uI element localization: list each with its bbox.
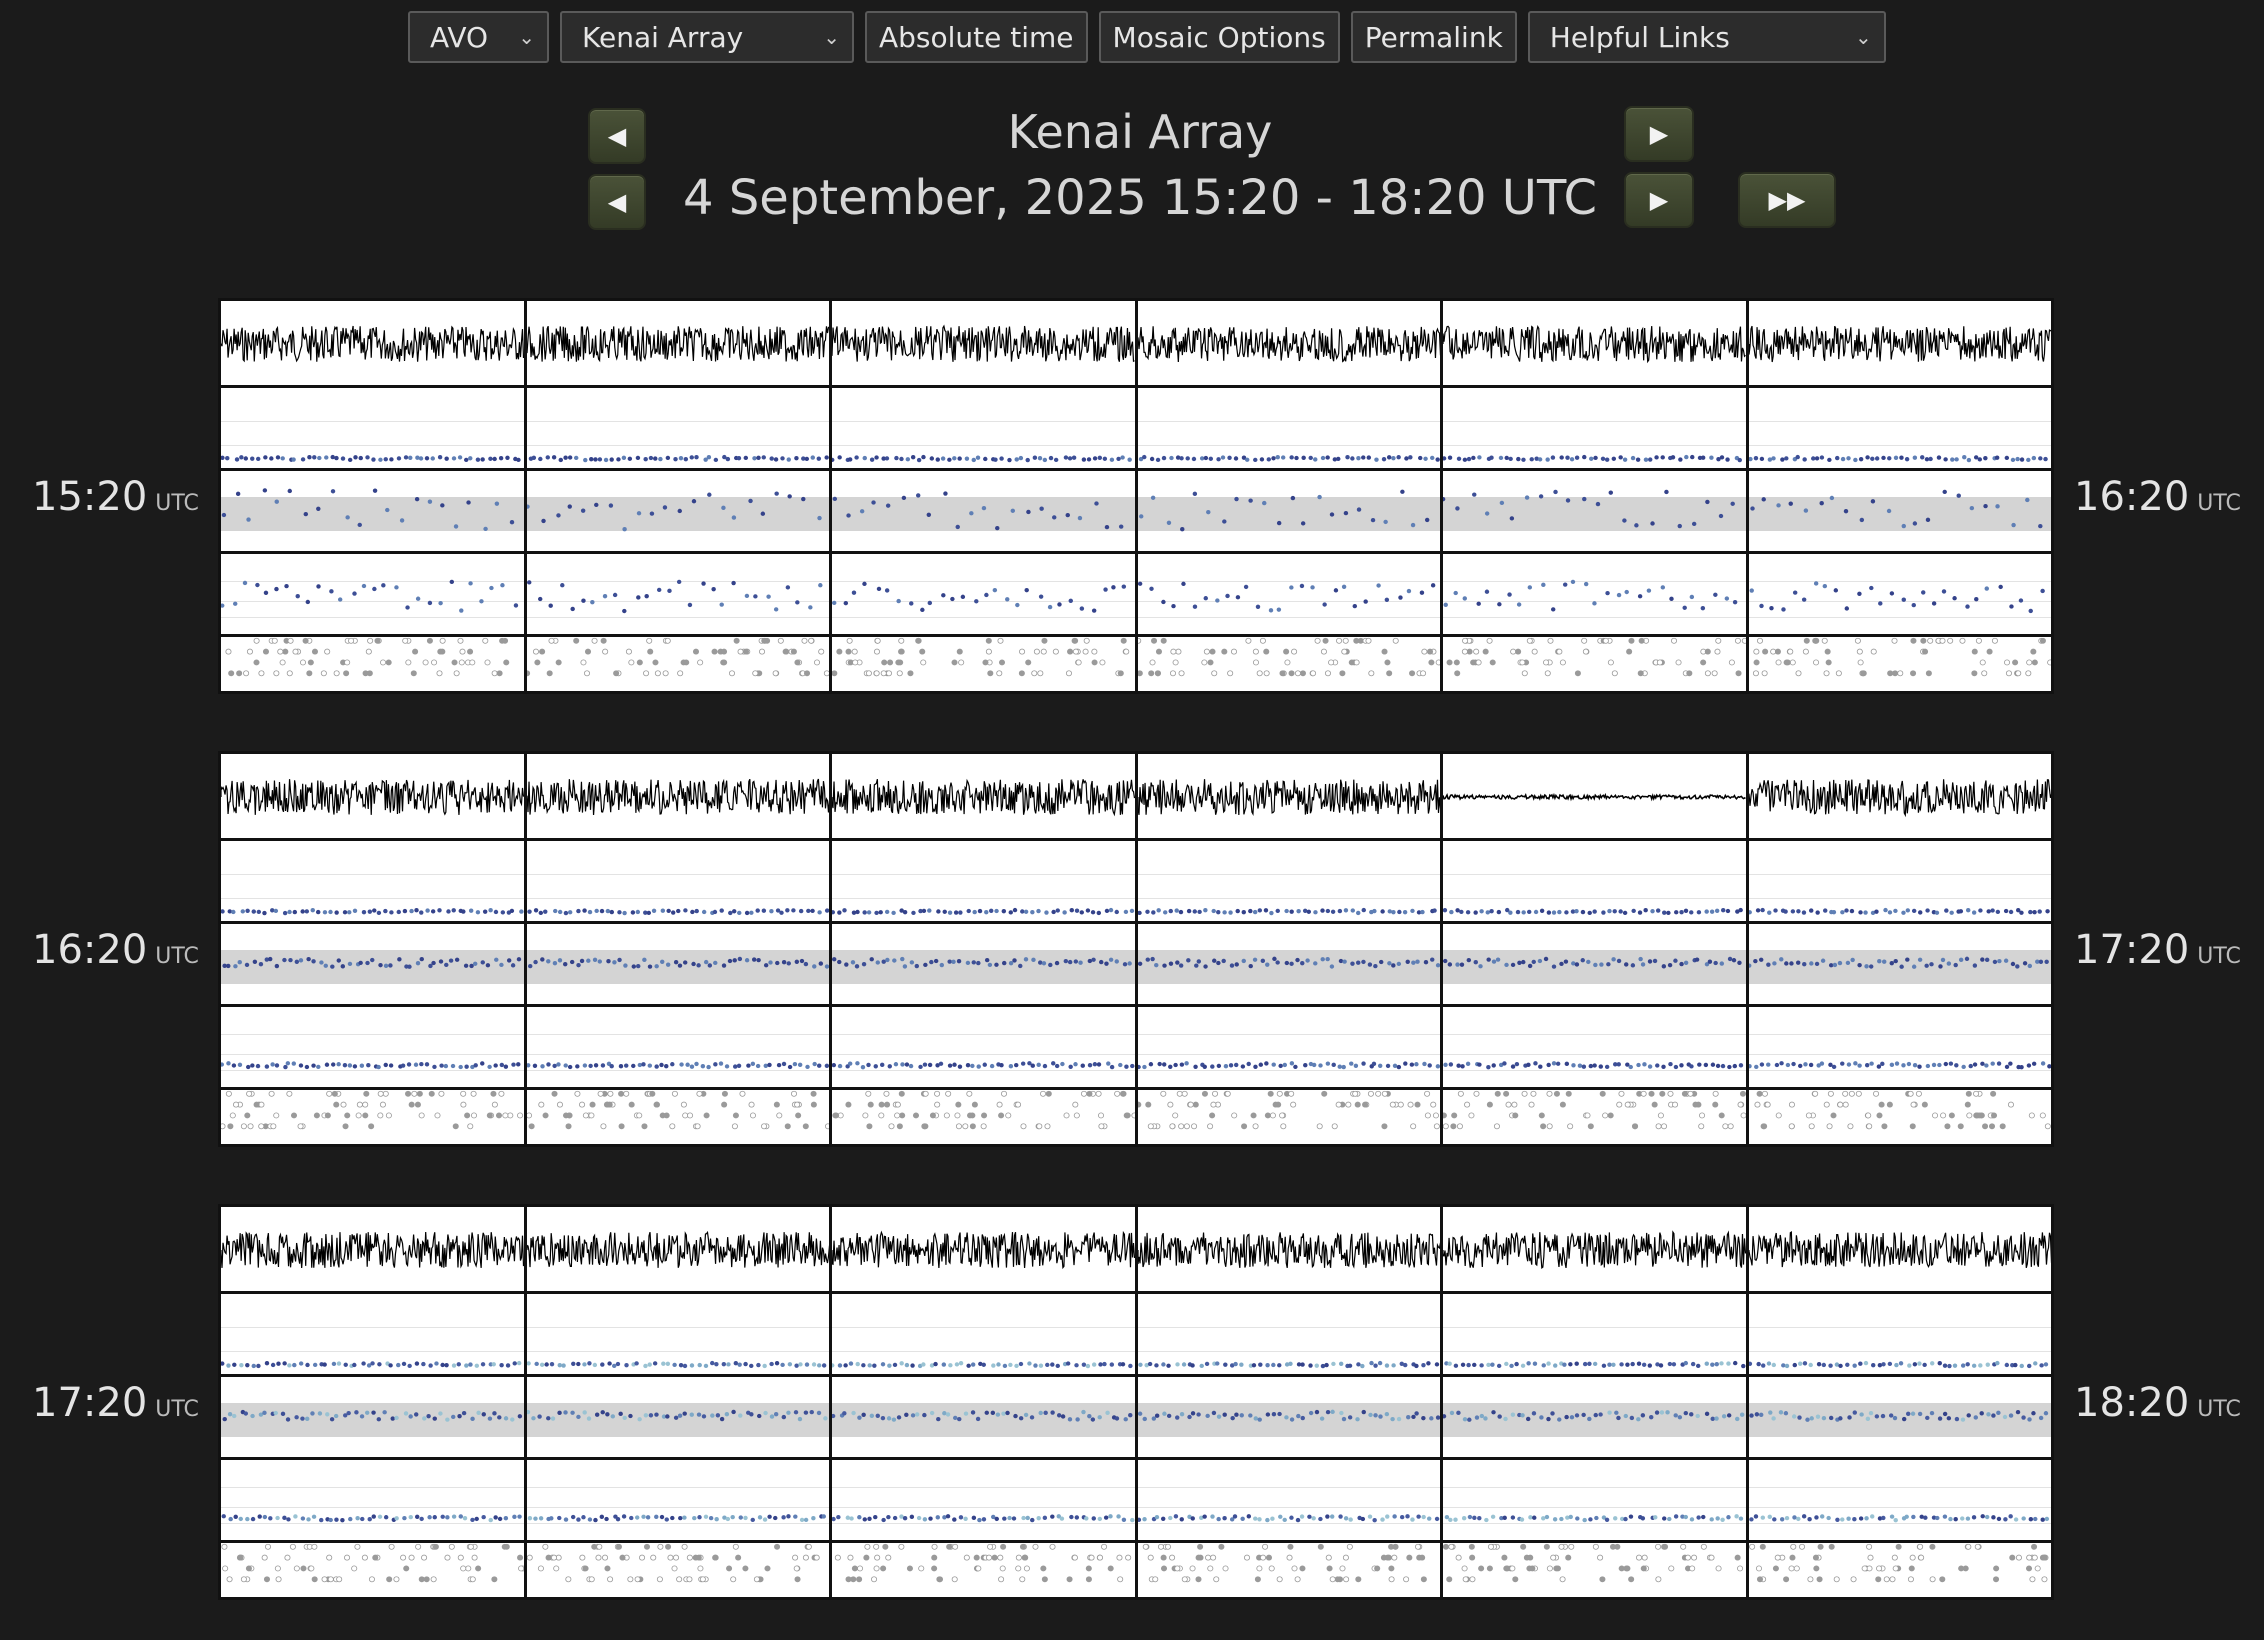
- row-end-label: 16:20 UTC: [2074, 474, 2241, 520]
- arrow-left-icon: ◀: [607, 122, 627, 150]
- mosaic-row: [218, 751, 2054, 1147]
- helpful-links-value: Helpful Links: [1549, 20, 1730, 54]
- network-select[interactable]: AVO ⌄: [408, 11, 549, 63]
- subnet-select-value: Kenai Array: [582, 20, 744, 54]
- seismogram-panel[interactable]: [1134, 298, 1440, 694]
- seismogram-panel[interactable]: [1440, 751, 1746, 1147]
- seismogram-panel[interactable]: [1440, 298, 1746, 694]
- mosaic-options-button[interactable]: Mosaic Options: [1098, 11, 1340, 63]
- seismogram-panel[interactable]: [829, 751, 1135, 1147]
- chevron-down-icon: ⌄: [823, 25, 840, 49]
- row-start-label: 17:20 UTC: [32, 1380, 199, 1426]
- seismogram-panel[interactable]: [1134, 751, 1440, 1147]
- subnet-select[interactable]: Kenai Array ⌄: [560, 11, 854, 63]
- seismogram-panel[interactable]: [523, 1204, 829, 1600]
- chevron-down-icon: ⌄: [1855, 25, 1872, 49]
- seismogram-panel[interactable]: [218, 298, 524, 694]
- seismogram-panel[interactable]: [1440, 1204, 1746, 1600]
- seismogram-panel[interactable]: [523, 751, 829, 1147]
- row-end-label: 18:20 UTC: [2074, 1380, 2241, 1426]
- seismogram-panel[interactable]: [218, 751, 524, 1147]
- row-start-label: 16:20 UTC: [32, 927, 199, 973]
- page-title: Kenai Array: [1007, 105, 1273, 159]
- seismogram-panel[interactable]: [829, 298, 1135, 694]
- arrow-right-icon: ▶: [1649, 120, 1669, 148]
- seismogram-panel[interactable]: [1134, 1204, 1440, 1600]
- arrow-left-icon: ◀: [607, 188, 627, 216]
- helpful-links-select[interactable]: Helpful Links ⌄: [1527, 11, 1886, 63]
- mosaic-row: [218, 298, 2054, 694]
- seismogram-panel[interactable]: [523, 298, 829, 694]
- prev-subnet-button[interactable]: ◀: [588, 108, 646, 164]
- seismogram-panel[interactable]: [1745, 298, 2054, 694]
- latest-time-button[interactable]: ▶▶: [1738, 172, 1836, 228]
- permalink-button[interactable]: Permalink: [1350, 11, 1517, 63]
- row-end-label: 17:20 UTC: [2074, 927, 2241, 973]
- chevron-down-icon: ⌄: [518, 25, 535, 49]
- seismogram-panel[interactable]: [218, 1204, 524, 1600]
- absolute-time-button[interactable]: Absolute time: [865, 11, 1088, 63]
- time-range: 4 September, 2025 15:20 - 18:20 UTC: [683, 170, 1597, 226]
- seismogram-panel[interactable]: [829, 1204, 1135, 1600]
- fast-forward-icon: ▶▶: [1768, 186, 1806, 214]
- mosaic-row: [218, 1204, 2054, 1600]
- prev-time-button[interactable]: ◀: [588, 174, 646, 230]
- toolbar: AVO ⌄ Kenai Array ⌄ Absolute time Mosaic…: [408, 11, 1886, 63]
- seismogram-panel[interactable]: [1745, 1204, 2054, 1600]
- seismogram-panel[interactable]: [1745, 751, 2054, 1147]
- arrow-right-icon: ▶: [1649, 186, 1669, 214]
- row-start-label: 15:20 UTC: [32, 474, 199, 520]
- network-select-value: AVO: [430, 20, 489, 54]
